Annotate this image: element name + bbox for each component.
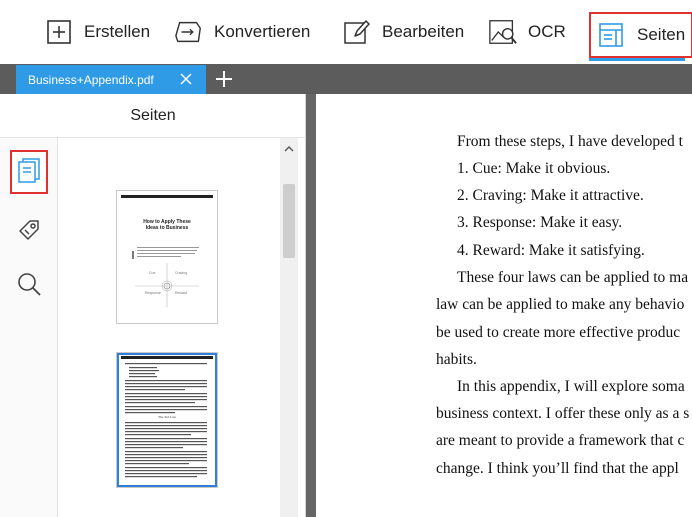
pages-side-panel: Seiten How to Apply These Ideas to Busin… <box>0 94 306 517</box>
doc-line: be used to create more effective produc <box>436 324 681 341</box>
tab-label: Business+Appendix.pdf <box>28 72 154 87</box>
thumb-1-quad-label: Cue <box>149 271 156 275</box>
thumb-1-quad-label: Craving <box>175 271 188 275</box>
tab-business-appendix[interactable]: Business+Appendix.pdf <box>16 65 206 94</box>
thumb-1-title: How to Apply These Ideas to Business <box>117 219 217 231</box>
doc-line: habits. <box>436 351 477 368</box>
thumb-1-quad-label: Response <box>145 291 161 295</box>
erstellen-label: Erstellen <box>84 22 151 41</box>
page-thumbnails: How to Apply These Ideas to Business Cue… <box>58 138 280 517</box>
pages-icon <box>597 20 627 50</box>
add-tab-icon[interactable] <box>214 69 234 89</box>
bearbeiten-button[interactable]: Bearbeiten <box>342 10 464 54</box>
bearbeiten-label: Bearbeiten <box>382 22 465 41</box>
main-toolbar: Erstellen Konvertieren Bearbeiten OCR Se… <box>0 0 692 64</box>
ocr-icon <box>488 17 518 47</box>
side-panel-title: Seiten <box>130 106 176 124</box>
konvertieren-button[interactable]: Konvertieren <box>174 10 310 54</box>
ocr-button[interactable]: OCR <box>488 10 566 54</box>
scrollbar-thumb[interactable] <box>283 184 295 258</box>
doc-line: In this appendix, I will explore soma <box>457 378 685 395</box>
chevron-up-icon[interactable] <box>280 142 298 156</box>
doc-line: business context. I offer these only as … <box>436 405 690 422</box>
seiten-label: Seiten <box>637 25 686 44</box>
doc-line: are meant to provide a framework that c <box>436 432 685 449</box>
seiten-button[interactable]: Seiten <box>589 12 692 58</box>
doc-line: change. I think you’ll find that the app… <box>436 460 679 477</box>
ocr-label: OCR <box>528 22 566 41</box>
page-thumbnail-1-preview <box>121 195 213 307</box>
doc-line: These four laws can be applied to ma <box>457 269 689 286</box>
thumb-1-quad-label: Reward <box>175 291 188 295</box>
search-icon <box>16 271 42 302</box>
close-icon[interactable] <box>178 71 194 87</box>
rail-pages-button[interactable] <box>10 150 48 194</box>
page-thumbnail-1[interactable]: How to Apply These Ideas to Business Cue… <box>116 190 218 324</box>
doc-line: From these steps, I have developed t <box>457 133 683 150</box>
konvertieren-label: Konvertieren <box>214 22 311 41</box>
doc-line: law can be applied to make any behavio <box>436 296 685 313</box>
doc-line: 3. Response: Make it easy. <box>457 214 623 231</box>
document-viewer[interactable]: From these steps, I have developed t 1. … <box>306 94 692 517</box>
doc-line: 4. Reward: Make it satisfying. <box>457 242 645 259</box>
thumb-1-title-line2: Ideas to Business <box>145 225 189 231</box>
convert-icon <box>174 17 204 47</box>
edit-icon <box>342 17 372 47</box>
plus-square-icon <box>44 17 74 47</box>
document-page: From these steps, I have developed t 1. … <box>316 94 692 517</box>
doc-line: 1. Cue: Make it obvious. <box>457 160 611 177</box>
rail-tags-button[interactable] <box>10 210 48 254</box>
side-panel-header: Seiten <box>0 94 306 138</box>
document-tab-bar: Business+Appendix.pdf <box>0 64 692 94</box>
pages-icon <box>17 157 41 188</box>
seiten-active-underline <box>589 58 685 61</box>
doc-line: 2. Craving: Make it attractive. <box>457 187 644 204</box>
tag-icon <box>16 217 42 248</box>
erstellen-button[interactable]: Erstellen <box>44 10 150 54</box>
rail-search-button[interactable] <box>10 264 48 308</box>
page-thumbnail-2[interactable]: The 3rd Law <box>116 352 218 488</box>
side-icon-rail <box>0 138 58 517</box>
page-thumbnail-2-preview <box>121 356 213 478</box>
thumbnail-scrollbar[interactable] <box>280 138 298 517</box>
thumb-2-heading: The 3rd Law <box>157 415 177 419</box>
